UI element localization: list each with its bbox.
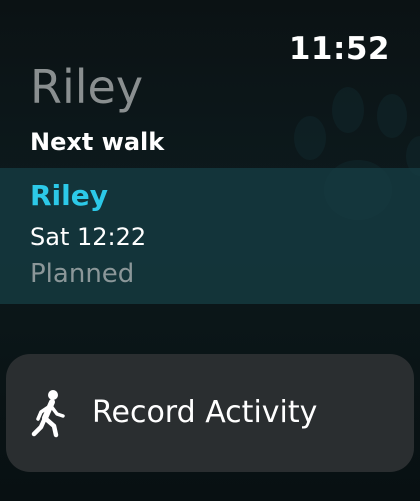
record-activity-label: Record Activity [92,395,318,430]
record-activity-button[interactable]: Record Activity [6,354,414,472]
walk-status: Planned [30,259,135,289]
next-walk-heading: Next walk [30,128,165,156]
status-time: 11:52 [288,31,390,67]
next-walk-card[interactable]: Riley Sat 12:22 Planned [0,168,420,304]
walk-dog-name: Riley [30,179,108,212]
app-title: Riley [30,60,144,114]
walking-person-icon [31,390,65,438]
watch-screen: 11:52 Riley Next walk Riley Sat 12:22 Pl… [0,0,420,501]
walk-scheduled-time: Sat 12:22 [30,223,147,251]
